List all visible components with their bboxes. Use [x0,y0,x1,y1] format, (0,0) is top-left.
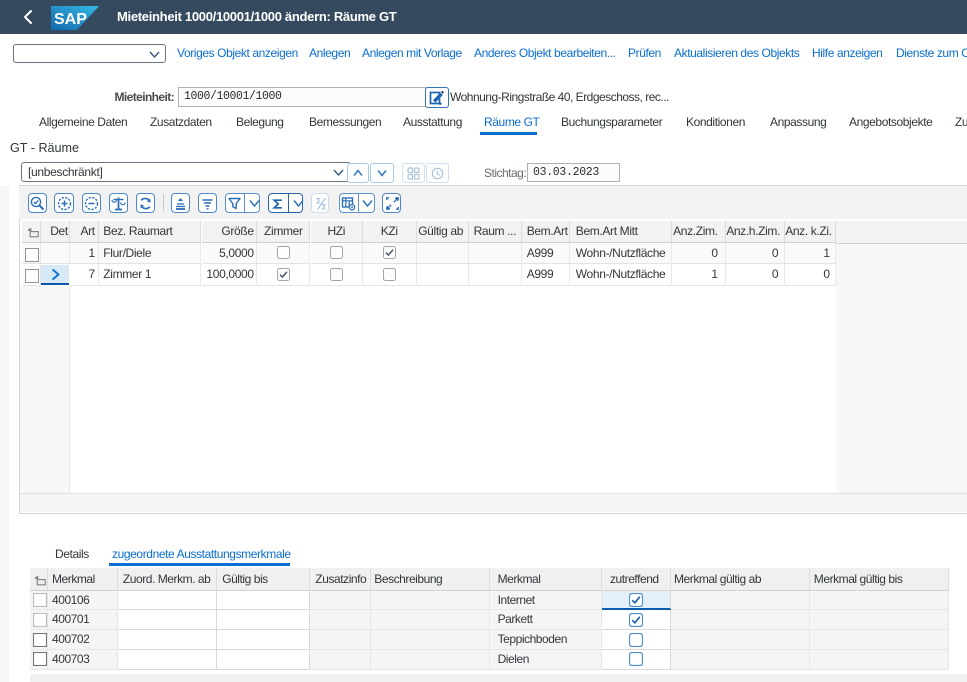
svg-text:SAP: SAP [54,11,87,28]
